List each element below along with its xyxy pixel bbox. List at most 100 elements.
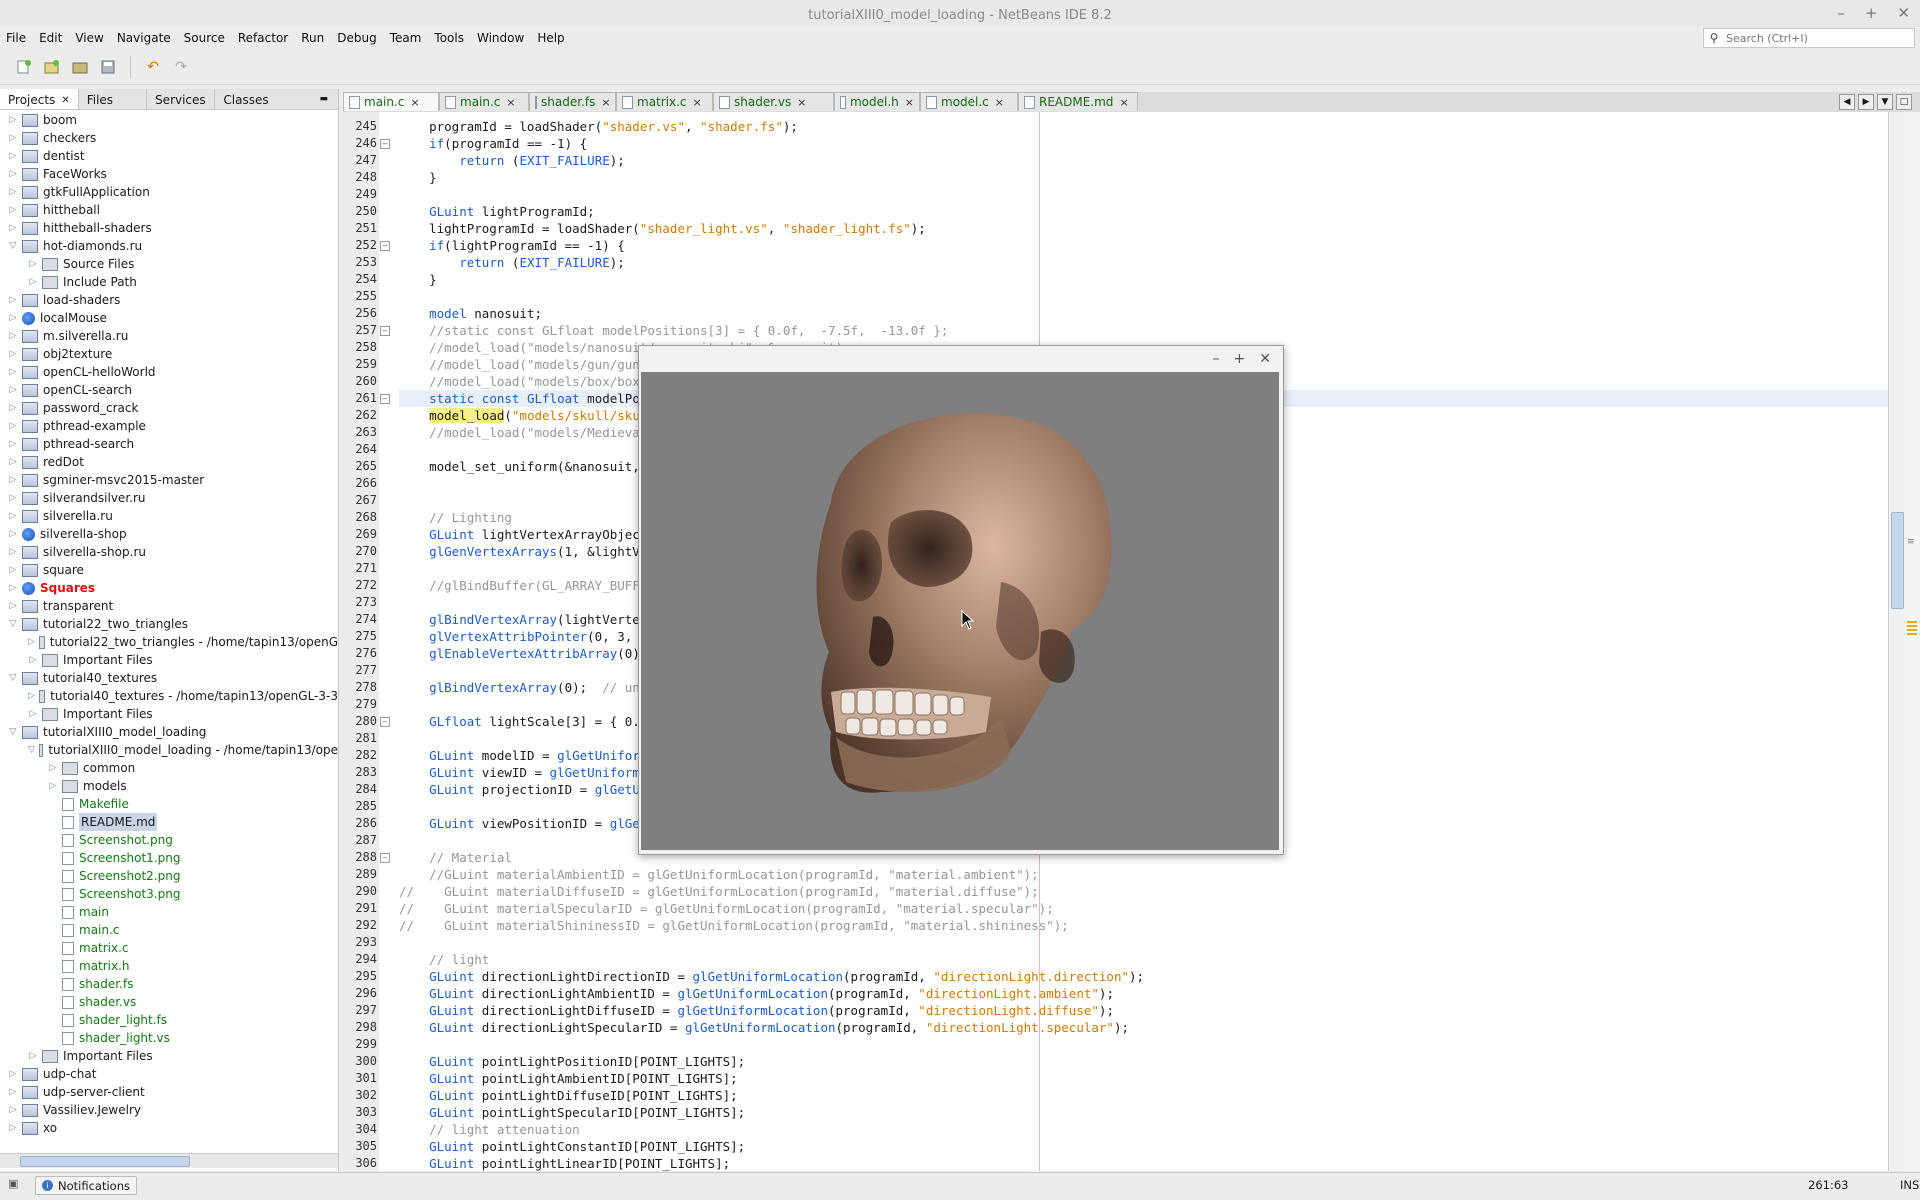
- code-line[interactable]: 253 return (EXIT_FAILURE);: [355, 254, 1888, 271]
- expand-toggle-icon[interactable]: ▷: [8, 165, 18, 183]
- code-line[interactable]: 246– if(programId == -1) {: [355, 135, 1888, 152]
- tree-item[interactable]: ▷ m.silverella.ru: [0, 327, 338, 345]
- fold-toggle-icon[interactable]: –: [380, 241, 390, 251]
- code-line[interactable]: 297 GLuint directionLightDiffuseID = glG…: [355, 1002, 1888, 1019]
- code-line[interactable]: 252– if(lightProgramId == -1) {: [355, 237, 1888, 254]
- tree-item[interactable]: ▷ localMouse: [0, 309, 338, 327]
- code-line[interactable]: 305 GLuint pointLightConstantID[POINT_LI…: [355, 1138, 1888, 1155]
- code-line[interactable]: 294 // light: [355, 951, 1888, 968]
- editor-tab[interactable]: model.c ×: [920, 92, 1018, 111]
- tree-item[interactable]: ▷ pthread-search: [0, 435, 338, 453]
- expand-toggle-icon[interactable]: ▷: [28, 651, 38, 669]
- editor-tab[interactable]: shader.vs ×: [713, 92, 834, 111]
- tree-item[interactable]: matrix.h: [0, 957, 338, 975]
- tree-item[interactable]: ▷ boom: [0, 111, 338, 129]
- vertical-scrollbar[interactable]: [1888, 112, 1905, 1171]
- code-line[interactable]: 304 // light attenuation: [355, 1121, 1888, 1138]
- tree-item[interactable]: Screenshot3.png: [0, 885, 338, 903]
- code-line[interactable]: 254 }: [355, 271, 1888, 288]
- tree-item[interactable]: shader.vs: [0, 993, 338, 1011]
- expand-toggle-icon[interactable]: ▷: [28, 705, 38, 723]
- redo-icon[interactable]: ↷: [171, 57, 191, 77]
- expand-toggle-icon[interactable]: ▷: [8, 327, 18, 345]
- code-line[interactable]: 291 // GLuint materialSpecularID = glGetU…: [355, 900, 1888, 917]
- close-tab-icon[interactable]: ×: [410, 96, 419, 109]
- expand-toggle-icon[interactable]: ▷: [8, 183, 18, 201]
- fold-toggle-icon[interactable]: –: [380, 853, 390, 863]
- close-tab-icon[interactable]: ×: [995, 96, 1004, 109]
- tree-item[interactable]: Screenshot1.png: [0, 849, 338, 867]
- expand-toggle-icon[interactable]: ▷: [8, 543, 18, 561]
- menu-view[interactable]: View: [75, 31, 103, 45]
- tree-item[interactable]: ▷ udp-chat: [0, 1065, 338, 1083]
- tree-item[interactable]: shader_light.fs: [0, 1011, 338, 1029]
- expand-toggle-icon[interactable]: ▷: [8, 597, 18, 615]
- annotation-marker-icon[interactable]: ≡: [1907, 537, 1915, 547]
- tree-item[interactable]: shader.fs: [0, 975, 338, 993]
- expand-toggle-icon[interactable]: ▷: [8, 147, 18, 165]
- expand-toggle-icon[interactable]: ▽: [8, 237, 18, 255]
- scroll-left-icon[interactable]: ◀: [1839, 94, 1855, 110]
- maximize-icon[interactable]: +: [1865, 4, 1878, 22]
- expand-toggle-icon[interactable]: ▽: [8, 669, 18, 687]
- code-line[interactable]: 255: [355, 288, 1888, 305]
- expand-toggle-icon[interactable]: ▽: [8, 723, 18, 741]
- tree-item[interactable]: ▷ silverandsilver.ru: [0, 489, 338, 507]
- tree-item[interactable]: matrix.c: [0, 939, 338, 957]
- tree-item[interactable]: ▷ dentist: [0, 147, 338, 165]
- code-line[interactable]: 300 GLuint pointLightPositionID[POINT_LI…: [355, 1053, 1888, 1070]
- code-line[interactable]: 303 GLuint pointLightSpecularID[POINT_LI…: [355, 1104, 1888, 1121]
- tree-item[interactable]: ▷ Squares: [0, 579, 338, 597]
- scrollbar-thumb[interactable]: [20, 1156, 190, 1167]
- expand-toggle-icon[interactable]: ▷: [48, 759, 58, 777]
- menu-debug[interactable]: Debug: [337, 31, 376, 45]
- expand-toggle-icon[interactable]: ▷: [8, 471, 18, 489]
- menu-navigate[interactable]: Navigate: [117, 31, 171, 45]
- tree-item[interactable]: ▷ common: [0, 759, 338, 777]
- expand-toggle-icon[interactable]: ▷: [8, 453, 18, 471]
- expand-toggle-icon[interactable]: ▷: [8, 1083, 18, 1101]
- minimize-icon[interactable]: –: [1213, 351, 1220, 367]
- editor-tab[interactable]: main.c ×: [343, 92, 439, 111]
- tree-item[interactable]: ▷ Important Files: [0, 1047, 338, 1065]
- expand-toggle-icon[interactable]: ▷: [8, 525, 18, 543]
- code-line[interactable]: 301 GLuint pointLightAmbientID[POINT_LIG…: [355, 1070, 1888, 1087]
- menu-edit[interactable]: Edit: [39, 31, 62, 45]
- close-tab-icon[interactable]: ×: [905, 96, 914, 109]
- fold-toggle-icon[interactable]: –: [380, 139, 390, 149]
- tree-item[interactable]: ▷ redDot: [0, 453, 338, 471]
- tree-item[interactable]: ▷ openCL-helloWorld: [0, 363, 338, 381]
- editor-tab[interactable]: model.h ×: [834, 92, 920, 111]
- code-line[interactable]: 257– //static const GLfloat modelPositio…: [355, 322, 1888, 339]
- menu-source[interactable]: Source: [184, 31, 225, 45]
- save-all-icon[interactable]: [98, 57, 118, 77]
- expand-toggle-icon[interactable]: ▷: [8, 507, 18, 525]
- expand-toggle-icon[interactable]: ▷: [28, 687, 35, 705]
- search-input[interactable]: [1724, 30, 1898, 46]
- tree-item[interactable]: ▷ silverella.ru: [0, 507, 338, 525]
- tree-item[interactable]: main.c: [0, 921, 338, 939]
- tree-item[interactable]: ▷ silverella-shop.ru: [0, 543, 338, 561]
- expand-toggle-icon[interactable]: ▷: [8, 579, 18, 597]
- expand-toggle-icon[interactable]: ▷: [8, 219, 18, 237]
- expand-toggle-icon[interactable]: ▽: [8, 615, 18, 633]
- expand-toggle-icon[interactable]: ▷: [8, 309, 18, 327]
- editor-tab[interactable]: main.c ×: [439, 92, 529, 111]
- tree-item[interactable]: ▷ checkers: [0, 129, 338, 147]
- tree-item[interactable]: ▽ tutorial22_two_triangles: [0, 615, 338, 633]
- code-line[interactable]: 251 lightProgramId = loadShader("shader_…: [355, 220, 1888, 237]
- search-box[interactable]: ⚲: [1703, 28, 1915, 48]
- undo-icon[interactable]: ↶: [143, 57, 163, 77]
- menu-tools[interactable]: Tools: [434, 31, 464, 45]
- expand-toggle-icon[interactable]: ▷: [28, 1047, 38, 1065]
- tree-item[interactable]: ▽ hot-diamonds.ru: [0, 237, 338, 255]
- tree-item[interactable]: ▷ square: [0, 561, 338, 579]
- menu-help[interactable]: Help: [537, 31, 564, 45]
- menu-refactor[interactable]: Refactor: [238, 31, 288, 45]
- code-line[interactable]: 256 model nanosuit;: [355, 305, 1888, 322]
- tree-item[interactable]: Screenshot2.png: [0, 867, 338, 885]
- tree-item[interactable]: ▷ hittheball-shaders: [0, 219, 338, 237]
- tree-item[interactable]: shader_light.vs: [0, 1029, 338, 1047]
- code-line[interactable]: 302 GLuint pointLightDiffuseID[POINT_LIG…: [355, 1087, 1888, 1104]
- tab-list-icon[interactable]: ▼: [1877, 94, 1893, 110]
